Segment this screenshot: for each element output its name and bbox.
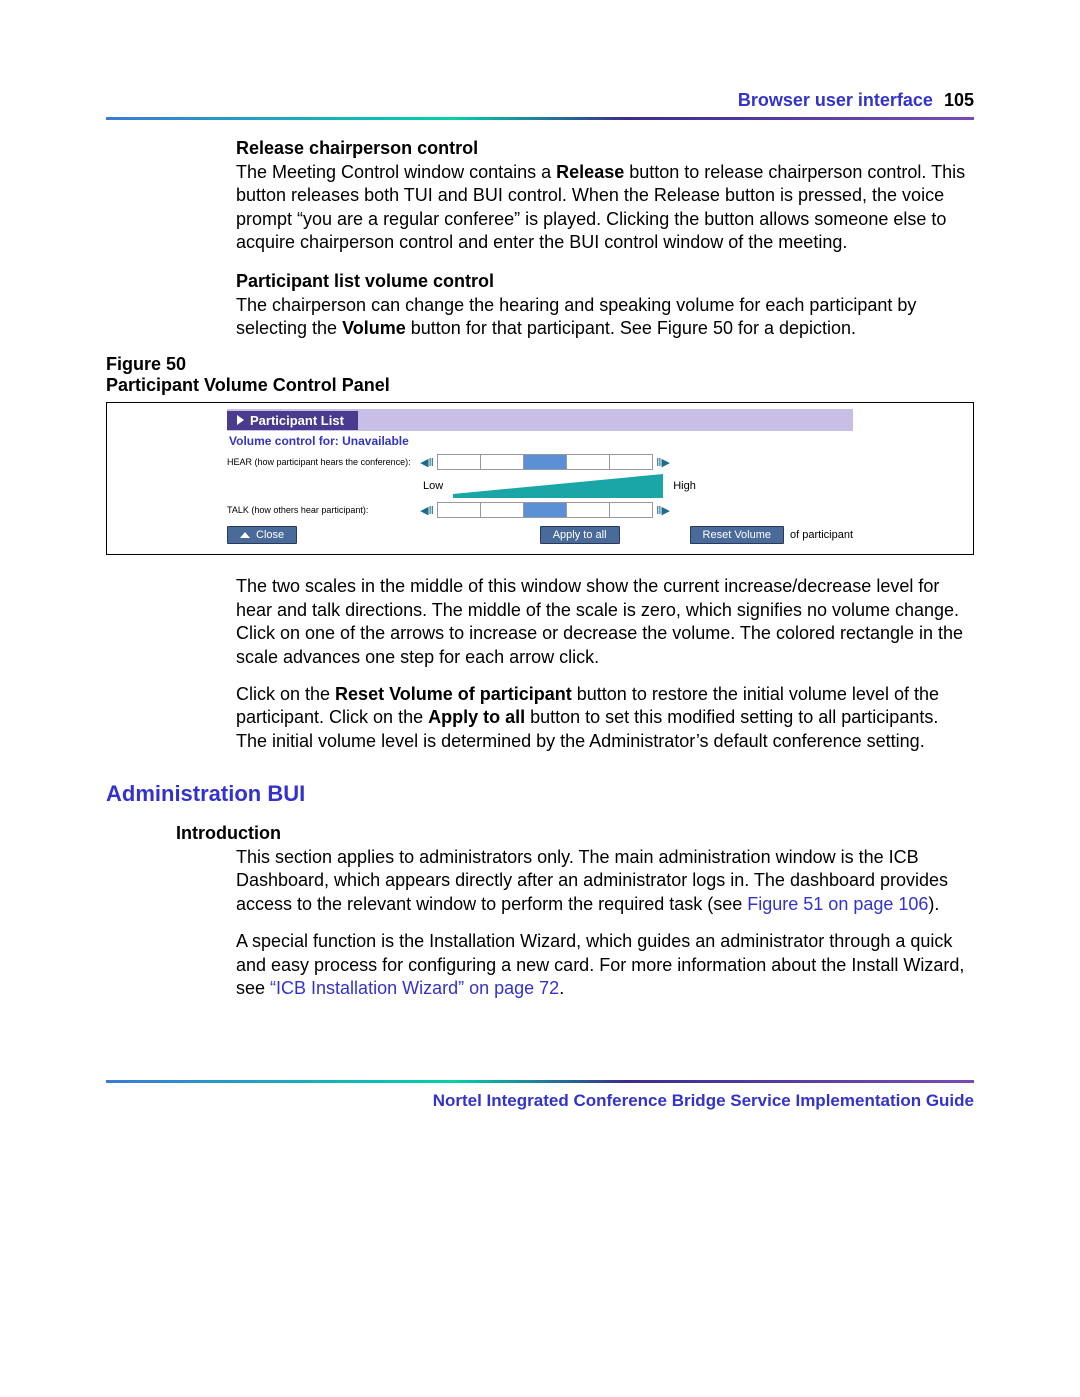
- of-participant-text: of participant: [790, 529, 853, 541]
- icb-wizard-link[interactable]: “ICB Installation Wizard” on page 72: [270, 978, 559, 998]
- talk-decrease-icon[interactable]: ◀Ⅱ: [417, 503, 437, 517]
- apply-to-all-button[interactable]: Apply to all: [540, 526, 620, 544]
- up-triangle-icon: [240, 532, 250, 538]
- header-section: Browser user interface: [738, 90, 933, 110]
- talk-increase-icon[interactable]: Ⅱ▶: [653, 503, 673, 517]
- hear-scale[interactable]: [437, 454, 653, 470]
- hear-increase-icon[interactable]: Ⅱ▶: [653, 455, 673, 469]
- low-label: Low: [417, 480, 449, 492]
- footer-rule: [106, 1080, 974, 1083]
- volume-heading: Participant list volume control: [236, 271, 974, 292]
- panel-titlebar: Participant List: [227, 409, 853, 431]
- high-label: High: [667, 480, 702, 492]
- panel-button-row: Close Apply to all Reset Volume of parti…: [227, 526, 853, 544]
- hear-label: HEAR (how participant hears the conferen…: [227, 457, 417, 467]
- talk-scale[interactable]: [437, 502, 653, 518]
- admin-para-2: A special function is the Installation W…: [236, 930, 974, 1000]
- post-figure-para-1: The two scales in the middle of this win…: [236, 575, 974, 669]
- header-rule: [106, 117, 974, 120]
- triangle-icon: [237, 415, 244, 425]
- release-heading: Release chairperson control: [236, 138, 974, 159]
- figure-50-panel: Participant List Volume control for: Una…: [106, 402, 974, 555]
- volume-paragraph: The chairperson can change the hearing a…: [236, 294, 974, 341]
- talk-label: TALK (how others hear participant):: [227, 505, 417, 515]
- talk-slider-row: TALK (how others hear participant): ◀Ⅱ Ⅱ…: [227, 502, 853, 518]
- volume-control-for: Volume control for: Unavailable: [227, 431, 853, 450]
- figure-label: Figure 50 Participant Volume Control Pan…: [106, 354, 974, 396]
- footer-text: Nortel Integrated Conference Bridge Serv…: [106, 1091, 974, 1111]
- figure-51-link[interactable]: Figure 51 on page 106: [747, 894, 928, 914]
- wedge-row: Low High: [227, 474, 853, 498]
- post-figure-para-2: Click on the Reset Volume of participant…: [236, 683, 974, 753]
- admin-bui-heading: Administration BUI: [106, 781, 974, 807]
- admin-para-1: This section applies to administrators o…: [236, 846, 974, 916]
- panel-title-tab: Participant List: [227, 411, 358, 430]
- hear-slider-row: HEAR (how participant hears the conferen…: [227, 454, 853, 470]
- running-header: Browser user interface 105: [106, 90, 974, 111]
- hear-decrease-icon[interactable]: ◀Ⅱ: [417, 455, 437, 469]
- intro-heading: Introduction: [176, 823, 974, 844]
- release-paragraph: The Meeting Control window contains a Re…: [236, 161, 974, 255]
- volume-wedge-icon: [453, 474, 663, 498]
- reset-volume-button[interactable]: Reset Volume: [690, 526, 784, 544]
- page-number: 105: [938, 90, 974, 110]
- close-button[interactable]: Close: [227, 526, 297, 544]
